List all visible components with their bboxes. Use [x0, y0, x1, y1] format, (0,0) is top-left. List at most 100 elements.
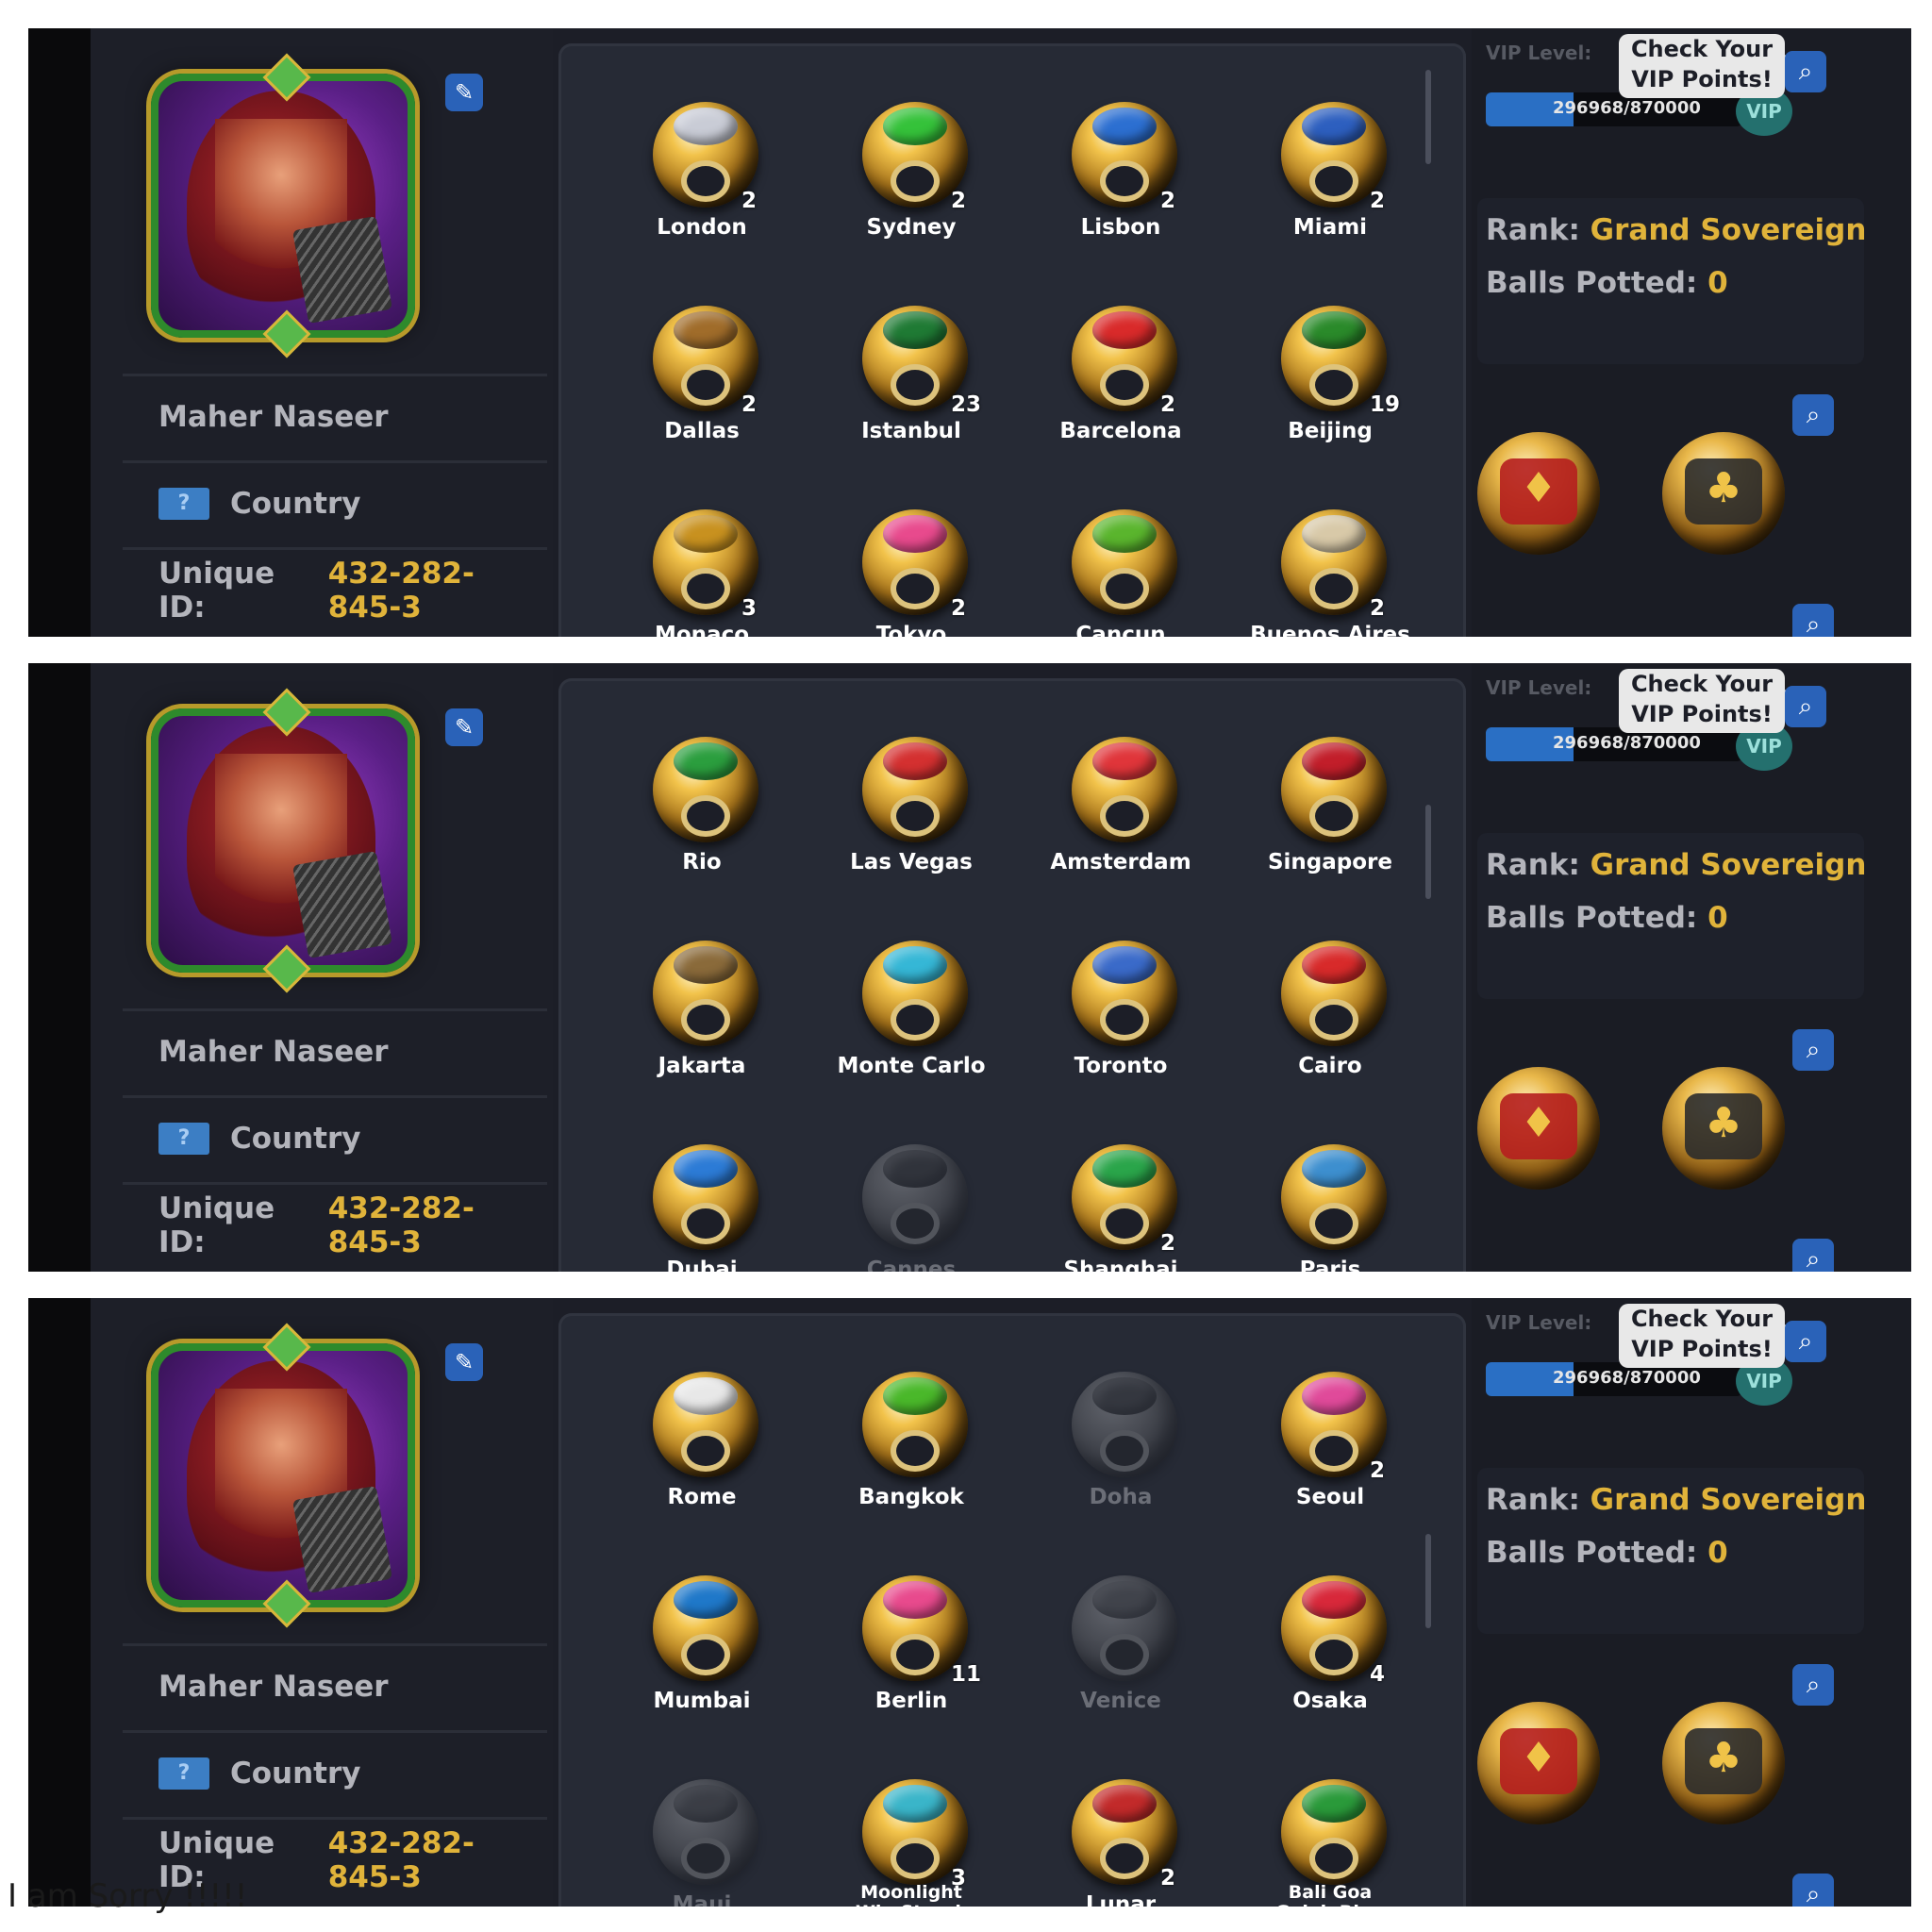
ring-item[interactable]: 4 Osaka	[1226, 1555, 1434, 1743]
ring-item[interactable]: Doha	[1017, 1351, 1224, 1540]
player-name-text: Maher Naseer	[158, 1669, 389, 1704]
diamond-ring-icon[interactable]	[1477, 1702, 1600, 1824]
vip-points-tooltip[interactable]: Check Your VIP Points!	[1619, 34, 1798, 98]
ring-item[interactable]: 2 Barcelona	[1017, 285, 1224, 474]
unique-id-value: 432-282-845-3	[327, 1825, 475, 1894]
ring-item[interactable]: 23 Istanbul	[808, 285, 1015, 474]
ring-item[interactable]: Dubai	[598, 1124, 806, 1272]
ring-count: 11	[951, 1662, 982, 1687]
ring-item[interactable]: Rio	[598, 716, 806, 905]
vip-points-tooltip[interactable]: Check Your VIP Points!	[1619, 1304, 1798, 1368]
club-ring-icon[interactable]	[1662, 1702, 1785, 1824]
ring-icon	[653, 1779, 758, 1885]
ring-name: Moonlight Win Streak	[856, 1882, 967, 1907]
search-icon[interactable]: ⌕	[1792, 1874, 1834, 1907]
rank-row: Rank: Grand Sovereign	[1486, 848, 1866, 882]
ring-item[interactable]: Bali Goa Gajah Ring	[1226, 1758, 1434, 1907]
ring-item[interactable]: 2 Dallas	[598, 285, 806, 474]
ring-item[interactable]: 2 Buenos Aires	[1226, 489, 1434, 637]
ring-item[interactable]: Singapore	[1226, 716, 1434, 905]
player-name: Maher Naseer	[123, 1643, 547, 1726]
ring-name: Tokyo	[875, 623, 947, 637]
ring-name: Cairo	[1298, 1054, 1362, 1078]
ring-item[interactable]: Las Vegas	[808, 716, 1015, 905]
ring-item[interactable]: Cannes	[808, 1124, 1015, 1272]
ring-icon	[1072, 941, 1177, 1046]
vip-points-tooltip[interactable]: Check Your VIP Points!	[1619, 669, 1798, 733]
ring-name: Miami	[1292, 215, 1368, 240]
ring-item[interactable]: 19 Beijing	[1226, 285, 1434, 474]
vip-points-text: 296968/870000	[1553, 733, 1701, 753]
country-flag-icon: ?	[158, 1757, 209, 1790]
ring-count: 3	[741, 596, 758, 621]
pencil-icon[interactable]: ✎	[445, 1343, 483, 1381]
ring-item[interactable]: 2 Lunar	[1017, 1758, 1224, 1907]
ring-item[interactable]: Toronto	[1017, 920, 1224, 1108]
ring-count: 19	[1370, 392, 1401, 417]
ring-count: 2	[1160, 392, 1176, 417]
ring-item[interactable]: Bangkok	[808, 1351, 1015, 1540]
ring-name: Istanbul	[861, 419, 961, 443]
search-icon[interactable]: ⌕	[1792, 1664, 1834, 1706]
ring-name: Las Vegas	[850, 850, 973, 874]
rank-row: Rank: Grand Sovereign	[1486, 1483, 1866, 1517]
vip-level-label: VIP Level:	[1486, 676, 1592, 699]
ring-name: Berlin	[874, 1689, 948, 1713]
ring-item[interactable]: Maui	[598, 1758, 806, 1907]
ring-icon	[862, 941, 968, 1046]
ring-name: Seoul	[1295, 1485, 1365, 1509]
ring-item[interactable]: 2 London	[598, 81, 806, 270]
country-row[interactable]: ? Country	[123, 1730, 547, 1813]
ring-item[interactable]: 3 Monaco	[598, 489, 806, 637]
rank-value: Grand Sovereign	[1590, 848, 1867, 882]
ring-item[interactable]: Monte Carlo	[808, 920, 1015, 1108]
ring-item[interactable]: Mumbai	[598, 1555, 806, 1743]
unique-id-row: Unique ID: 432-282-845-3	[123, 1182, 547, 1265]
ring-name: Barcelona	[1059, 419, 1182, 443]
ring-item[interactable]: Cancun	[1017, 489, 1224, 637]
avatar[interactable]	[151, 1323, 415, 1628]
country-row[interactable]: ? Country	[123, 460, 547, 543]
country-row[interactable]: ? Country	[123, 1095, 547, 1178]
ring-item[interactable]: 2 Shanghai	[1017, 1124, 1224, 1272]
avatar[interactable]	[151, 53, 415, 358]
ring-item[interactable]: Paris	[1226, 1124, 1434, 1272]
diamond-ring-icon[interactable]	[1477, 432, 1600, 555]
pencil-icon[interactable]: ✎	[445, 74, 483, 111]
ring-name: Cannes	[866, 1257, 957, 1272]
ring-item[interactable]: Venice	[1017, 1555, 1224, 1743]
avatar[interactable]	[151, 688, 415, 993]
ring-item[interactable]: Jakarta	[598, 920, 806, 1108]
ring-icon	[1072, 1575, 1177, 1681]
balls-potted-value: 0	[1707, 1536, 1728, 1570]
search-icon[interactable]: ⌕	[1792, 604, 1834, 637]
ring-item[interactable]: 2 Seoul	[1226, 1351, 1434, 1540]
vip-level-label: VIP Level:	[1486, 42, 1592, 64]
search-icon[interactable]: ⌕	[1792, 1029, 1834, 1071]
player-name-text: Maher Naseer	[158, 1034, 389, 1069]
ring-icon	[653, 1372, 758, 1477]
tooltip-line-2: VIP Points!	[1631, 701, 1773, 727]
search-icon[interactable]: ⌕	[1792, 394, 1834, 436]
ring-item[interactable]: 11 Berlin	[808, 1555, 1015, 1743]
ring-item[interactable]: Cairo	[1226, 920, 1434, 1108]
ring-item[interactable]: Rome	[598, 1351, 806, 1540]
ring-count: 2	[1370, 1458, 1386, 1483]
club-ring-icon[interactable]	[1662, 432, 1785, 555]
diamond-ring-icon[interactable]	[1477, 1067, 1600, 1190]
club-ring-icon[interactable]	[1662, 1067, 1785, 1190]
ring-name: Bali Goa Gajah Ring	[1275, 1882, 1385, 1907]
rank-label: Rank:	[1486, 1483, 1580, 1517]
ring-item[interactable]: 2 Lisbon	[1017, 81, 1224, 270]
ring-item[interactable]: 2 Miami	[1226, 81, 1434, 270]
ring-item[interactable]: 2 Sydney	[808, 81, 1015, 270]
search-icon[interactable]: ⌕	[1785, 1321, 1826, 1362]
balls-potted-row: Balls Potted: 0	[1486, 266, 1728, 300]
pencil-icon[interactable]: ✎	[445, 708, 483, 746]
ring-item[interactable]: 2 Tokyo	[808, 489, 1015, 637]
ring-item[interactable]: 3Moonlight Win Streak	[808, 1758, 1015, 1907]
search-icon[interactable]: ⌕	[1785, 51, 1826, 92]
ring-item[interactable]: Amsterdam	[1017, 716, 1224, 905]
search-icon[interactable]: ⌕	[1792, 1239, 1834, 1272]
search-icon[interactable]: ⌕	[1785, 686, 1826, 727]
